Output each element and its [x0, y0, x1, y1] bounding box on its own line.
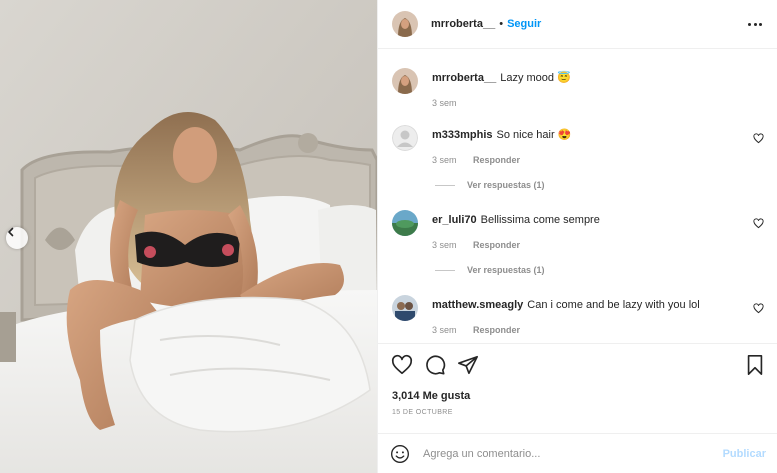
follow-button[interactable]: Seguir: [507, 18, 541, 30]
commenter-avatar[interactable]: [392, 125, 418, 151]
comment-text: mrroberta__ Lazy mood 😇: [432, 71, 742, 85]
author-username[interactable]: mrroberta__: [431, 18, 495, 30]
heart-icon[interactable]: [391, 354, 413, 376]
reply-button[interactable]: Responder: [473, 325, 520, 335]
comment-body: Bellissima come sempre: [480, 214, 600, 226]
comment-composer: Publicar: [378, 433, 777, 473]
reply-button[interactable]: Responder: [473, 155, 520, 165]
comment-emoji: 😍: [557, 129, 572, 141]
comment-meta: 3 sem Responder: [432, 325, 520, 335]
post-photo[interactable]: [0, 0, 377, 473]
comment-time[interactable]: 3 sem: [432, 240, 457, 250]
comment-username[interactable]: matthew.smeagly: [432, 299, 523, 311]
comment-username[interactable]: m333mphis: [432, 129, 493, 141]
comment-meta: 3 sem Responder: [432, 240, 520, 250]
comments-list[interactable]: mrroberta__ Lazy mood 😇 3 sem m333mphis So…: [378, 50, 777, 343]
likes-count[interactable]: 3,014 Me gusta: [392, 390, 470, 402]
comment-text: matthew.smeagly Can i come and be lazy wi…: [432, 298, 742, 312]
comment-text: er_luli70 Bellissima come sempre: [432, 213, 742, 227]
reply-button[interactable]: Responder: [473, 240, 520, 250]
like-comment-heart-icon[interactable]: [753, 133, 764, 144]
chevron-left-icon: [8, 227, 14, 237]
comment-input[interactable]: [423, 447, 713, 460]
view-replies-button[interactable]: Ver respuestas (1): [435, 180, 545, 190]
comment-body: Lazy mood: [500, 72, 555, 84]
previous-photo-button[interactable]: [6, 227, 28, 249]
view-replies-button[interactable]: Ver respuestas (1): [435, 265, 545, 275]
action-bar: [391, 354, 479, 376]
publish-button[interactable]: Publicar: [723, 448, 766, 460]
comment-username[interactable]: mrroberta__: [432, 72, 496, 84]
like-comment-heart-icon[interactable]: [753, 303, 764, 314]
post-details-panel: mrroberta__ • Seguir mrroberta__ Lazy moo…: [377, 0, 777, 473]
comment-emoji: 😇: [557, 72, 571, 84]
comment-username[interactable]: er_luli70: [432, 214, 477, 226]
comment-time[interactable]: 3 sem: [432, 98, 457, 108]
smiley-icon[interactable]: [390, 444, 410, 464]
like-comment-heart-icon[interactable]: [753, 218, 764, 229]
comment-meta: 3 sem: [432, 98, 457, 108]
commenter-avatar[interactable]: [392, 295, 418, 321]
post-actions-section: 3,014 Me gusta 15 DE OCTUBRE: [378, 343, 777, 433]
comment-time[interactable]: 3 sem: [432, 325, 457, 335]
comment-body: So nice hair: [496, 129, 555, 141]
author-avatar[interactable]: [392, 68, 418, 94]
post-date[interactable]: 15 DE OCTUBRE: [392, 409, 453, 416]
photo-illustration: [0, 0, 377, 473]
view-replies-label: Ver respuestas (1): [467, 265, 545, 275]
comment-time[interactable]: 3 sem: [432, 155, 457, 165]
view-replies-label: Ver respuestas (1): [467, 180, 545, 190]
bookmark-icon[interactable]: [744, 354, 766, 376]
more-options-icon[interactable]: [748, 17, 762, 31]
paper-plane-icon[interactable]: [457, 354, 479, 376]
comment-text: m333mphis So nice hair 😍: [432, 128, 742, 142]
post-header: mrroberta__ • Seguir: [378, 0, 777, 49]
commenter-avatar[interactable]: [392, 210, 418, 236]
comment-meta: 3 sem Responder: [432, 155, 520, 165]
comment-body: Can i come and be lazy with you lol: [527, 299, 700, 311]
comment-icon[interactable]: [424, 354, 446, 376]
header-separator: •: [499, 18, 504, 30]
author-avatar[interactable]: [392, 11, 418, 37]
